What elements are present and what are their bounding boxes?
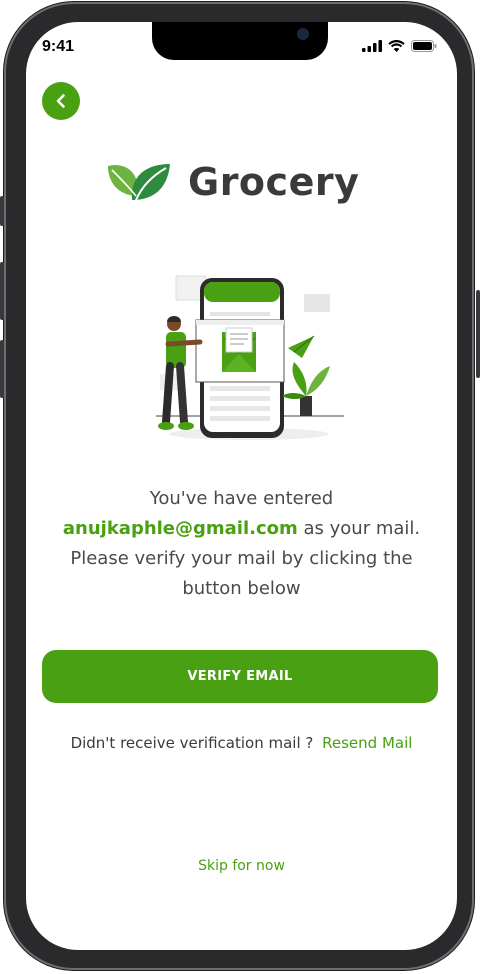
resend-prompt: Didn't receive verification mail ? (70, 734, 319, 752)
verify-email-button[interactable]: VERIFY EMAIL (42, 650, 438, 703)
resend-row: Didn't receive verification mail ? Resen… (26, 734, 457, 752)
skip-for-now-link[interactable]: Skip for now (26, 858, 457, 874)
resend-mail-link[interactable]: Resend Mail (322, 734, 412, 752)
brand-logo: Grocery (106, 160, 359, 204)
power-button (476, 290, 480, 378)
message-line-1: You've have entered (149, 488, 334, 509)
camera (297, 28, 309, 40)
message-after-email: as your mail. (297, 518, 421, 539)
volume-up-button (0, 262, 4, 320)
notch (152, 22, 328, 60)
chevron-left-icon (56, 94, 65, 108)
message-line-4: button below (182, 578, 301, 599)
back-button[interactable] (42, 82, 80, 120)
message-line-2: anujkaphle@gmail.com as your mail. (36, 514, 447, 544)
screen: 9:41 Grocery You've have entered anujkap… (26, 22, 457, 950)
battery-icon (411, 40, 437, 52)
leaf-icon (108, 164, 170, 201)
volume-down-button (0, 340, 4, 398)
message-line-3: Please verify your mail by clicking the (70, 548, 413, 569)
status-time: 9:41 (42, 38, 75, 55)
mute-switch (0, 196, 4, 226)
verification-message: You've have entered anujkaphle@gmail.com… (36, 484, 447, 604)
email-address: anujkaphle@gmail.com (62, 518, 298, 539)
verify-email-illustration (156, 275, 344, 440)
status-icons (362, 40, 437, 52)
wifi-icon (388, 40, 405, 52)
brand-name: Grocery (188, 160, 360, 204)
signal-icon (362, 40, 382, 52)
